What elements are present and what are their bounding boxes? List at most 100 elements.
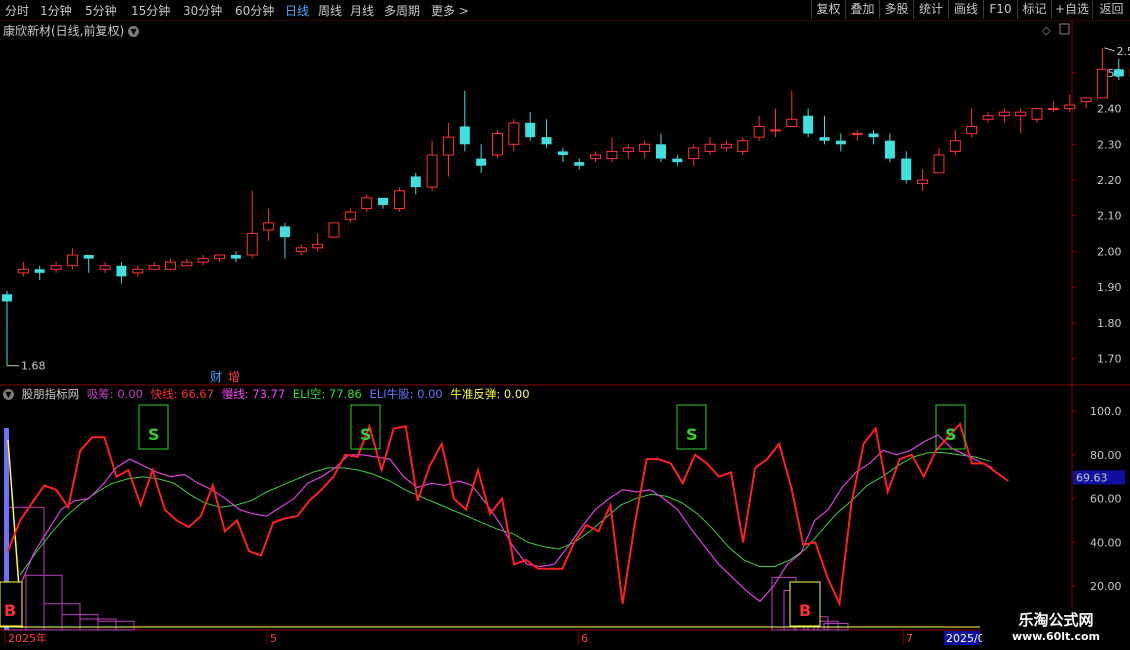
candle-down bbox=[410, 176, 421, 188]
candle-up bbox=[753, 125, 765, 138]
ind-tick-label: 100.0 bbox=[1090, 405, 1122, 418]
candle-down bbox=[279, 226, 290, 238]
watermark-url: www.60lt.com bbox=[1011, 630, 1101, 643]
candle-up bbox=[688, 147, 700, 160]
candle-up bbox=[786, 118, 798, 127]
price-tick-label: 2.10 bbox=[1097, 210, 1122, 223]
candle-up bbox=[17, 268, 29, 274]
price-tick-label: 2.40 bbox=[1097, 103, 1122, 116]
low-label: 1.68 bbox=[21, 360, 46, 373]
candle-up bbox=[328, 222, 340, 238]
candle-down bbox=[1113, 69, 1124, 77]
buy-signal: B bbox=[4, 601, 16, 620]
candle-down bbox=[672, 158, 683, 163]
candle-up bbox=[426, 154, 438, 188]
finance-badge: 财 bbox=[210, 370, 222, 384]
candle-up bbox=[66, 254, 78, 267]
ind-tick-label: 80.00 bbox=[1090, 449, 1122, 462]
candle-up bbox=[917, 179, 929, 185]
price-tick-label: 1.70 bbox=[1097, 353, 1122, 366]
candle-up bbox=[1015, 111, 1027, 117]
date-label: 7 bbox=[906, 632, 913, 645]
candle-up bbox=[148, 265, 160, 270]
candle-down bbox=[819, 137, 830, 141]
candle-up bbox=[295, 247, 307, 252]
candle-down bbox=[525, 122, 536, 138]
candle-up bbox=[50, 265, 62, 270]
candle-up bbox=[312, 243, 324, 249]
ind-tick-label: 40.00 bbox=[1090, 536, 1122, 549]
sell-signal: S bbox=[686, 425, 698, 444]
candle-down bbox=[34, 269, 45, 273]
candle-up bbox=[246, 233, 258, 256]
candle-up bbox=[966, 125, 978, 135]
candle-up bbox=[361, 197, 373, 210]
candle-up bbox=[197, 258, 209, 263]
candle-up bbox=[606, 150, 618, 160]
candle-up bbox=[769, 129, 781, 132]
candle-up bbox=[851, 133, 863, 136]
candle-down bbox=[656, 144, 666, 159]
candle-up bbox=[982, 115, 994, 120]
watermark-title: 乐淘公式网 bbox=[1018, 611, 1094, 629]
candle-down bbox=[116, 265, 127, 277]
candle-up bbox=[1064, 104, 1076, 110]
chart-canvas[interactable]: 2.502.402.302.202.102.001.901.801.702.57… bbox=[0, 0, 1130, 650]
candle-up bbox=[1080, 97, 1092, 102]
pane-max-icon bbox=[1059, 23, 1070, 35]
candle-up bbox=[720, 143, 732, 149]
candle-up bbox=[704, 143, 716, 152]
indicator-item: ELI牛股: 0.00 bbox=[369, 387, 443, 401]
sell-signal: S bbox=[148, 425, 160, 444]
date-label: 6 bbox=[581, 632, 588, 645]
ind-tick-label: 60.00 bbox=[1090, 493, 1122, 506]
high-label: 2.57 bbox=[1116, 45, 1130, 58]
candle-down bbox=[835, 140, 846, 145]
value-tag: 69.63 bbox=[1076, 471, 1108, 484]
candle-down bbox=[884, 140, 895, 159]
candle-up bbox=[442, 136, 454, 156]
indicator-item: 吸筹: 0.00 bbox=[86, 387, 143, 401]
candle-down bbox=[378, 197, 389, 205]
date-label: 2025年 bbox=[8, 631, 47, 645]
candle-up bbox=[165, 261, 176, 270]
candle-up bbox=[214, 254, 226, 260]
increase-badge: 增 bbox=[228, 370, 240, 384]
date-label: 5 bbox=[270, 632, 277, 645]
indicator-menu-icon[interactable]: ▼ bbox=[3, 389, 14, 400]
indicator-item: 快线: 66.67 bbox=[150, 387, 215, 401]
candle-down bbox=[459, 126, 470, 145]
indicator-name: 股朋指标网 bbox=[21, 387, 80, 401]
price-tick-label: 2.20 bbox=[1097, 174, 1122, 187]
candle-down bbox=[2, 294, 12, 302]
candle-up bbox=[639, 143, 651, 152]
candle-down bbox=[83, 255, 94, 259]
sell-signal: S bbox=[360, 425, 372, 444]
candle-down bbox=[868, 133, 879, 138]
indicator-header: ▼ 股朋指标网 吸筹: 0.00 快线: 66.67 慢线: 73.77 ELI… bbox=[3, 386, 534, 402]
candle-down bbox=[557, 151, 568, 155]
candle-up bbox=[1047, 108, 1059, 111]
indicator-item: ELI空: 77.86 bbox=[292, 387, 362, 401]
candle-up bbox=[1096, 68, 1108, 99]
watermark: 乐淘公式网 www.60lt.com bbox=[982, 607, 1130, 650]
candle-up bbox=[132, 268, 144, 274]
date-cursor-label: 2025/0 bbox=[946, 632, 985, 645]
candle-up bbox=[737, 140, 749, 152]
price-tick-label: 1.80 bbox=[1097, 317, 1122, 330]
candle-up bbox=[622, 147, 634, 152]
candle-up bbox=[181, 261, 193, 267]
candle-down bbox=[574, 162, 585, 166]
price-tick-label: 2.30 bbox=[1097, 138, 1122, 151]
high-pointer bbox=[1104, 47, 1115, 52]
indicator-item: 慢线: 73.77 bbox=[221, 387, 286, 401]
fast-line bbox=[7, 422, 1009, 608]
candle-down bbox=[230, 255, 241, 259]
candle-up bbox=[590, 154, 602, 160]
price-tick-label: 1.90 bbox=[1097, 281, 1122, 294]
ind-tick-label: 20.00 bbox=[1090, 580, 1122, 593]
candle-down bbox=[803, 115, 814, 134]
candle-down bbox=[541, 137, 552, 145]
candle-down bbox=[476, 158, 487, 166]
candle-up bbox=[99, 265, 111, 270]
